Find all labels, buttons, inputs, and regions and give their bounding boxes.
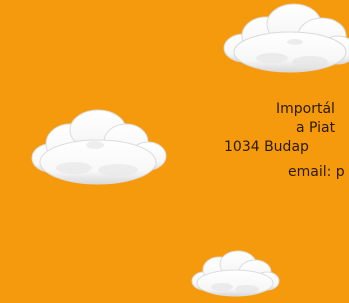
email-label: email: p bbox=[288, 164, 345, 180]
company-name: Importál bbox=[276, 101, 335, 117]
cloud-icon bbox=[191, 250, 280, 297]
cloud-icon bbox=[31, 109, 167, 185]
city-address: 1034 Budap bbox=[224, 139, 309, 155]
street-address: a Piat bbox=[296, 120, 336, 136]
cloud-icon bbox=[223, 3, 349, 73]
contact-info: Importál a Piat 1034 Budap email: p bbox=[224, 101, 349, 181]
